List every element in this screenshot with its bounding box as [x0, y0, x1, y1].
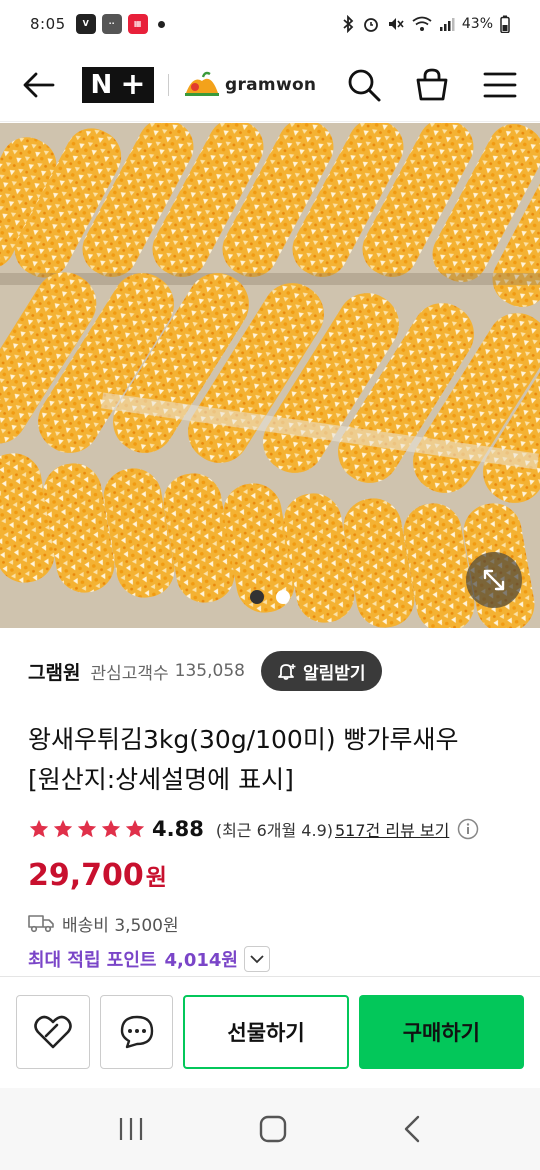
- truck-icon: [28, 915, 54, 933]
- rating-score: 4.88: [152, 817, 204, 841]
- gallery-pagination: [0, 590, 540, 604]
- brand-logo[interactable]: gramwon: [183, 71, 316, 99]
- product-photo: [0, 123, 540, 628]
- nplus-logo[interactable]: N +: [82, 66, 154, 103]
- rating-row: 4.88 (최근 6개월 4.9) 517건 리뷰 보기: [28, 814, 512, 844]
- gallery-dot[interactable]: [276, 590, 290, 604]
- menu-icon[interactable]: [482, 70, 518, 100]
- product-title-line2: [원산지:상세설명에 표시]: [28, 765, 294, 794]
- status-icons: 43%: [341, 15, 510, 33]
- back-nav-icon[interactable]: [400, 1114, 424, 1144]
- shipping-fee: 배송비 3,500원: [62, 915, 179, 936]
- wifi-icon: [412, 16, 432, 31]
- star-icon: [77, 819, 97, 838]
- alarm-subscribe-button[interactable]: 알림받기: [260, 651, 382, 691]
- signal-icon: [439, 18, 455, 31]
- home-icon[interactable]: [258, 1114, 288, 1144]
- alarm-icon: [363, 18, 378, 32]
- app-icon-red: ▦: [127, 14, 148, 34]
- battery-percent: 43%: [461, 16, 493, 32]
- back-arrow-icon[interactable]: [22, 71, 56, 99]
- brand-name: gramwon: [225, 74, 317, 95]
- battery-icon: [500, 15, 510, 33]
- cart-icon[interactable]: [414, 67, 450, 103]
- fav-label: 관심고객수: [90, 663, 169, 684]
- star-icon: [125, 819, 145, 838]
- heart-icon: [34, 1015, 72, 1048]
- chevron-down-icon: [250, 955, 264, 964]
- chat-bubble-icon: [120, 1015, 153, 1048]
- notification-dot: [157, 20, 165, 28]
- price-value: 29,700: [28, 858, 144, 893]
- alarm-label: 알림받기: [302, 663, 366, 684]
- app-icon-gray: ··: [101, 14, 122, 34]
- bell-plus-icon: [278, 664, 296, 680]
- header-divider: [168, 73, 169, 96]
- app-icon-v: V: [75, 14, 96, 34]
- seller-row: 그램원 관심고객수 135,058 알림받기: [28, 650, 512, 692]
- product-image-gallery[interactable]: [0, 123, 540, 628]
- status-time: 8:05: [30, 15, 66, 33]
- search-icon[interactable]: [346, 67, 382, 103]
- top-header: N + gramwon: [0, 48, 540, 122]
- gift-button[interactable]: 선물하기: [183, 994, 349, 1069]
- brand-emblem-icon: [185, 71, 219, 96]
- point-expand-button[interactable]: [243, 946, 270, 972]
- review-link[interactable]: 517건 리뷰 보기: [335, 817, 449, 841]
- system-nav-bar: [0, 1088, 540, 1170]
- talk-button[interactable]: [99, 994, 174, 1069]
- star-icon: [29, 819, 49, 838]
- star-rating: [28, 818, 146, 840]
- buy-button[interactable]: 구매하기: [358, 994, 524, 1069]
- seller-name[interactable]: 그램원: [28, 658, 80, 685]
- product-info: 그램원 관심고객수 135,058 알림받기 왕새우튀김3kg(30g/100미…: [0, 628, 540, 974]
- recent-apps-icon[interactable]: [116, 1116, 146, 1142]
- purchase-bar: 선물하기 구매하기: [0, 976, 540, 1086]
- shipping-row: 배송비 3,500원: [28, 908, 512, 938]
- gallery-dot[interactable]: [250, 590, 264, 604]
- status-bar: 8:05 V ·· ▦ 43%: [0, 0, 540, 48]
- point-value: 4,014원: [164, 950, 238, 971]
- like-button[interactable]: [16, 994, 90, 1069]
- recent-rating: (최근 6개월 4.9): [215, 821, 333, 840]
- price-currency: 원: [145, 865, 167, 891]
- product-title-line1: 왕새우튀김3kg(30g/100미) 빵가루새우: [28, 725, 459, 754]
- mute-icon: [388, 18, 404, 30]
- info-icon[interactable]: [457, 818, 479, 840]
- product-title: 왕새우튀김3kg(30g/100미) 빵가루새우 [원산지:상세설명에 표시]: [28, 720, 512, 800]
- price-row: 29,700 원: [28, 858, 512, 900]
- expand-icon: [483, 569, 505, 591]
- point-row: 최대 적립 포인트 4,014원: [28, 944, 512, 974]
- fav-count: 135,058: [174, 661, 245, 681]
- star-icon: [53, 819, 73, 838]
- point-label: 최대 적립 포인트: [28, 950, 157, 971]
- star-icon: [101, 819, 121, 838]
- bluetooth-icon: [343, 15, 354, 33]
- expand-image-button[interactable]: [466, 552, 522, 608]
